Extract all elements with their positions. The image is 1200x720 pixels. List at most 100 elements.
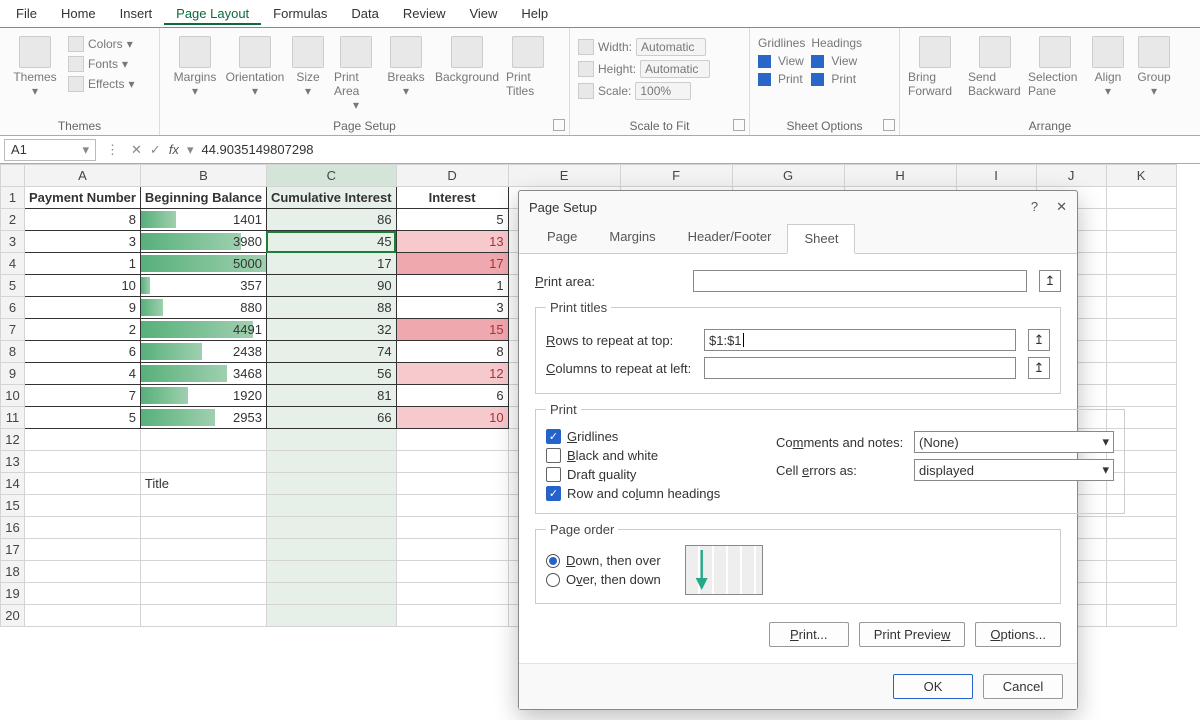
breaks-button[interactable]: Breaks▾: [384, 32, 428, 98]
cell[interactable]: 17: [396, 253, 508, 275]
col-header-K[interactable]: K: [1106, 165, 1176, 187]
col-header-G[interactable]: G: [732, 165, 844, 187]
row-header-19[interactable]: 19: [1, 583, 25, 605]
cell[interactable]: 10: [25, 275, 141, 297]
down-then-over-radio[interactable]: Down, then over: [546, 553, 661, 568]
cell[interactable]: 880: [140, 297, 266, 319]
menu-item-home[interactable]: Home: [49, 2, 108, 25]
scale-height-select[interactable]: Automatic: [640, 60, 710, 78]
cell[interactable]: [396, 539, 508, 561]
cell[interactable]: [140, 495, 266, 517]
row-header-11[interactable]: 11: [1, 407, 25, 429]
col-header-C[interactable]: C: [266, 165, 396, 187]
size-button[interactable]: Size▾: [288, 32, 328, 98]
cell[interactable]: [25, 561, 141, 583]
menu-item-view[interactable]: View: [457, 2, 509, 25]
cell[interactable]: [1106, 605, 1176, 627]
cell[interactable]: [396, 495, 508, 517]
row-header-13[interactable]: 13: [1, 451, 25, 473]
cell[interactable]: 88: [266, 297, 396, 319]
cell[interactable]: [1106, 187, 1176, 209]
row-header-5[interactable]: 5: [1, 275, 25, 297]
cell[interactable]: 74: [266, 341, 396, 363]
cols-repeat-picker[interactable]: ↥: [1028, 357, 1050, 379]
row-header-20[interactable]: 20: [1, 605, 25, 627]
print-titles-button[interactable]: Print Titles: [506, 32, 550, 98]
row-header-18[interactable]: 18: [1, 561, 25, 583]
cell[interactable]: 13: [396, 231, 508, 253]
cell[interactable]: 5000: [140, 253, 266, 275]
cell[interactable]: [25, 583, 141, 605]
dialog-tab-sheet[interactable]: Sheet: [787, 224, 855, 254]
row-header-10[interactable]: 10: [1, 385, 25, 407]
row-header-6[interactable]: 6: [1, 297, 25, 319]
cell[interactable]: [1106, 341, 1176, 363]
cancel-formula-icon[interactable]: ✕: [131, 142, 142, 158]
cell[interactable]: [396, 561, 508, 583]
over-then-down-radio[interactable]: Over, then down: [546, 572, 661, 587]
cell[interactable]: [266, 605, 396, 627]
cell[interactable]: [1106, 583, 1176, 605]
cell[interactable]: [396, 429, 508, 451]
cell[interactable]: [1106, 275, 1176, 297]
row-header-8[interactable]: 8: [1, 341, 25, 363]
cell[interactable]: [25, 495, 141, 517]
cell[interactable]: 8: [396, 341, 508, 363]
cell[interactable]: [266, 539, 396, 561]
cell[interactable]: [396, 583, 508, 605]
cell[interactable]: [140, 583, 266, 605]
cell[interactable]: 7: [25, 385, 141, 407]
cell[interactable]: [140, 451, 266, 473]
cell[interactable]: [1106, 231, 1176, 253]
margins-button[interactable]: Margins▾: [168, 32, 222, 98]
cell[interactable]: 1920: [140, 385, 266, 407]
cell[interactable]: 6: [396, 385, 508, 407]
rows-repeat-input[interactable]: $1:$1: [704, 329, 1016, 351]
menu-item-file[interactable]: File: [4, 2, 49, 25]
col-header-B[interactable]: B: [140, 165, 266, 187]
pagesetup-dialog-launcher[interactable]: [553, 119, 565, 131]
cell[interactable]: 5: [25, 407, 141, 429]
cell[interactable]: 2438: [140, 341, 266, 363]
header-cell[interactable]: Beginning Balance: [140, 187, 266, 209]
print-preview-button[interactable]: Print Preview: [859, 622, 966, 647]
row-header-3[interactable]: 3: [1, 231, 25, 253]
cell[interactable]: 2953: [140, 407, 266, 429]
cell[interactable]: [266, 495, 396, 517]
name-box[interactable]: A1▾: [4, 139, 96, 161]
row-header-16[interactable]: 16: [1, 517, 25, 539]
cell[interactable]: [266, 561, 396, 583]
cell[interactable]: [25, 517, 141, 539]
cell[interactable]: [266, 517, 396, 539]
headings-view-checkbox[interactable]: View: [811, 54, 862, 68]
cell[interactable]: [266, 473, 396, 495]
menu-item-help[interactable]: Help: [509, 2, 560, 25]
align-button[interactable]: Align▾: [1088, 32, 1128, 98]
group-button[interactable]: Group▾: [1134, 32, 1174, 98]
cell[interactable]: 4491: [140, 319, 266, 341]
print-button[interactable]: Print...: [769, 622, 849, 647]
cell[interactable]: [25, 451, 141, 473]
header-cell[interactable]: Interest: [396, 187, 508, 209]
cell-errors-combo[interactable]: displayed▾: [914, 459, 1114, 481]
cell[interactable]: 3: [25, 231, 141, 253]
scale-width-select[interactable]: Automatic: [636, 38, 706, 56]
black-white-checkbox[interactable]: Black and white: [546, 448, 746, 463]
cell[interactable]: [396, 605, 508, 627]
cell[interactable]: [1106, 253, 1176, 275]
scale-dialog-launcher[interactable]: [733, 119, 745, 131]
row-header-7[interactable]: 7: [1, 319, 25, 341]
cols-repeat-input[interactable]: [704, 357, 1016, 379]
cell[interactable]: [140, 561, 266, 583]
row-header-2[interactable]: 2: [1, 209, 25, 231]
cell[interactable]: [1106, 319, 1176, 341]
colors-button[interactable]: Colors ▾: [68, 36, 135, 52]
print-area-button[interactable]: Print Area▾: [334, 32, 378, 112]
col-header-H[interactable]: H: [844, 165, 956, 187]
options-button[interactable]: Options...: [975, 622, 1061, 647]
cell[interactable]: 2: [25, 319, 141, 341]
formula-input[interactable]: 44.9035149807298: [201, 142, 1194, 157]
fx-icon[interactable]: fx: [169, 142, 179, 157]
cell[interactable]: 66: [266, 407, 396, 429]
cell[interactable]: [1106, 297, 1176, 319]
